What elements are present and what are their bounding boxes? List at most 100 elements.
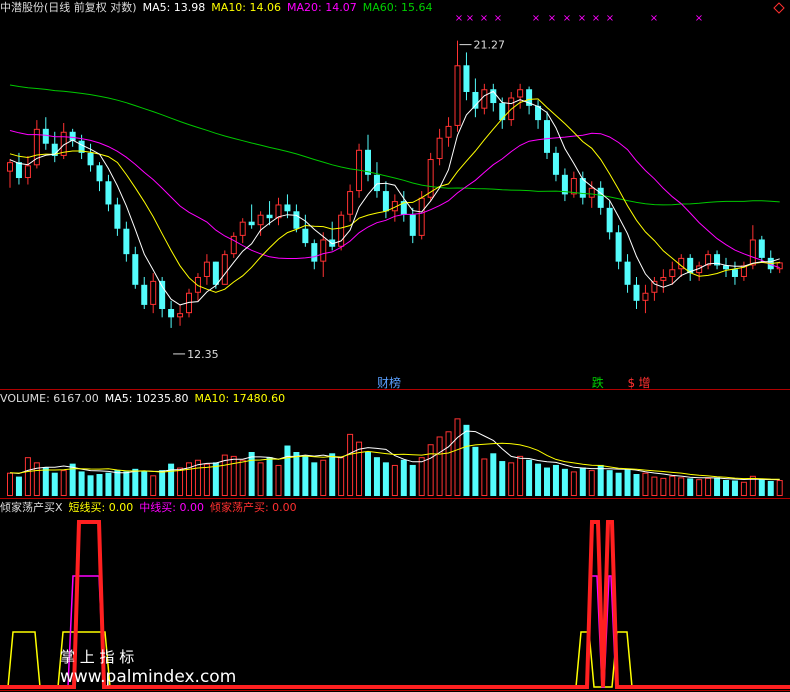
volume-bar-up: [24, 457, 31, 497]
volume-bar-down: [382, 462, 389, 496]
diamond-icon: [773, 2, 785, 14]
candle-body-down: [15, 162, 22, 179]
candle-body-down: [615, 232, 622, 262]
candle-body-down: [731, 269, 738, 277]
top-signal-marker: ×: [650, 13, 658, 24]
volume-bar-down: [731, 480, 738, 496]
volume-bar-down: [132, 468, 139, 496]
top-signal-marker: ×: [548, 13, 556, 24]
event-marker-drop: 跌: [592, 375, 604, 390]
volume-bar-up: [642, 472, 649, 496]
volume-bar-up: [150, 475, 157, 497]
volume-bar-down: [248, 452, 255, 496]
candle-body-up: [7, 162, 13, 172]
candle-body-up: [230, 235, 237, 255]
volume-bar-up: [257, 462, 264, 496]
candle-body-down: [544, 120, 550, 153]
volume-bar-down: [490, 453, 497, 496]
candle-body-up: [445, 125, 452, 138]
volume-bar-down: [51, 472, 58, 496]
top-signal-marker: ×: [563, 13, 571, 24]
volume-bar-up: [678, 477, 685, 497]
volume-bar-up: [427, 444, 434, 496]
candle-body-up: [642, 292, 649, 301]
candle-body-up: [749, 239, 756, 266]
volume-bar-up: [776, 480, 783, 497]
low-price-label: 12.35: [187, 348, 219, 361]
volume-bar-down: [687, 478, 694, 496]
volume-bar-down: [499, 461, 506, 496]
candle-body-down: [212, 261, 219, 285]
candle-body-down: [159, 280, 166, 310]
volume-bar-down: [293, 452, 300, 496]
candle-body-down: [248, 221, 255, 226]
volume-bar-down: [767, 480, 774, 496]
volume-bar-down: [15, 476, 22, 496]
ma20-value: MA20: 14.07: [287, 1, 357, 14]
candle-body-up: [588, 187, 595, 198]
volume-bar-down: [633, 474, 640, 496]
candle-body-down: [87, 152, 94, 166]
short-buy-value: 短线买: 0.00: [68, 501, 134, 514]
candle-body-down: [42, 128, 49, 144]
volume-ma5-value: MA5: 10235.80: [104, 392, 189, 405]
candle-body-up: [436, 137, 443, 160]
volume-bar-down: [311, 462, 318, 496]
candle-body-down: [463, 65, 470, 92]
candle-body-down: [633, 284, 640, 301]
volume-bar-up: [60, 470, 67, 496]
volume-bar-down: [714, 477, 721, 496]
volume-bar-down: [597, 464, 604, 496]
candle-body-up: [669, 269, 676, 277]
volume-bar-down: [561, 468, 568, 496]
volume-bar-down: [159, 470, 166, 496]
volume-bar-down: [96, 474, 103, 496]
candle-body-up: [347, 191, 354, 215]
candle-body-down: [69, 131, 76, 141]
candle-body-down: [311, 243, 318, 262]
candle-body-down: [597, 187, 604, 208]
candle-body-down: [373, 174, 380, 192]
volume-bar-up: [651, 476, 658, 496]
top-signal-marker: ×: [592, 13, 600, 24]
candle-body-up: [660, 276, 667, 281]
volume-bar-up: [481, 458, 488, 496]
volume-bar-up: [696, 479, 703, 497]
volume-bar-up: [320, 459, 327, 497]
volume-bar-down: [266, 457, 273, 496]
volume-bar-up: [740, 481, 747, 497]
stock-title: 中潜股份(日线 前复权 对数): [0, 1, 137, 14]
candle-body-up: [481, 89, 488, 109]
volume-bar-down: [168, 463, 175, 496]
candle-body-up: [221, 254, 228, 285]
candle-body-up: [257, 214, 264, 226]
candle-body-up: [239, 221, 246, 236]
candle-body-down: [472, 91, 479, 109]
candle-body-down: [105, 181, 112, 205]
volume-bar-up: [230, 455, 237, 496]
top-signal-marker: ×: [532, 13, 540, 24]
top-signal-marker: ×: [455, 13, 463, 24]
volume-bar-down: [544, 467, 550, 496]
candle-body-down: [409, 214, 416, 236]
candle-body-up: [194, 276, 201, 293]
volume-bar-down: [105, 472, 112, 496]
volume-bar-up: [660, 477, 667, 497]
volume-bar-down: [42, 467, 49, 496]
volume-bar-up: [203, 463, 210, 497]
stock-chart[interactable]: 21.2712.35财榜跌 $ 增× × × × × × × × × × × ×掌 上 指 标www.pa…: [0, 0, 790, 692]
volume-bar-down: [723, 479, 729, 496]
candle-body-down: [624, 261, 631, 285]
volume-bar-up: [669, 475, 676, 497]
volume-bar-down: [463, 424, 470, 496]
top-signal-marker: ×: [606, 13, 614, 24]
candle-body-down: [758, 239, 765, 258]
volume-panel-header: VOLUME: 6167.00 MA5: 10235.80 MA10: 17480.…: [0, 392, 291, 406]
candle-body-down: [168, 309, 175, 318]
volume-bar-up: [705, 477, 712, 497]
volume-bar-down: [78, 471, 85, 496]
high-price-label: 21.27: [474, 39, 506, 52]
candle-body-up: [177, 313, 184, 318]
volume-bar-up: [436, 436, 443, 496]
volume-bar-down: [624, 468, 631, 496]
